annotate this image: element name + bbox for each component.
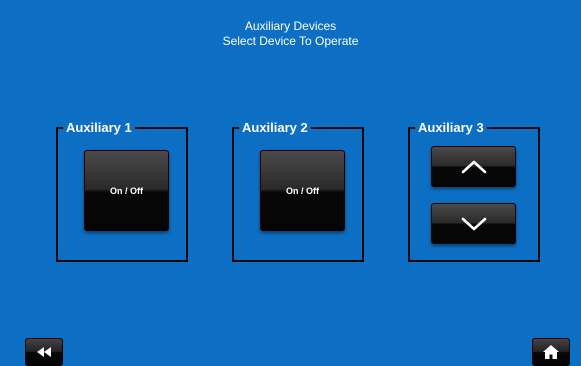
auxiliary-3-down-button[interactable] — [431, 203, 516, 244]
auxiliary-1-button-label: On / Off — [110, 185, 143, 196]
rewind-icon — [37, 347, 51, 357]
page-title: Auxiliary Devices — [244, 19, 337, 33]
auxiliary-1-group: Auxiliary 1 On / Off — [56, 120, 188, 262]
chevron-up-icon — [461, 160, 486, 173]
page-subtitle: Select Device To Operate — [222, 34, 359, 48]
home-button[interactable] — [532, 338, 570, 366]
auxiliary-2-button-label: On / Off — [286, 185, 319, 196]
auxiliary-2-group: Auxiliary 2 On / Off — [232, 120, 364, 262]
header: Auxiliary Devices Select Device To Opera… — [0, 19, 581, 49]
back-button[interactable] — [25, 338, 63, 366]
auxiliary-2-on-off-button[interactable]: On / Off — [260, 150, 345, 231]
home-icon — [543, 345, 559, 359]
auxiliary-3-up-button[interactable] — [431, 146, 516, 187]
auxiliary-3-label: Auxiliary 3 — [415, 120, 487, 136]
auxiliary-3-group: Auxiliary 3 — [408, 120, 540, 262]
auxiliary-1-label: Auxiliary 1 — [63, 120, 135, 136]
auxiliary-1-on-off-button[interactable]: On / Off — [84, 150, 169, 231]
auxiliary-2-label: Auxiliary 2 — [239, 120, 311, 136]
chevron-down-icon — [461, 217, 486, 230]
